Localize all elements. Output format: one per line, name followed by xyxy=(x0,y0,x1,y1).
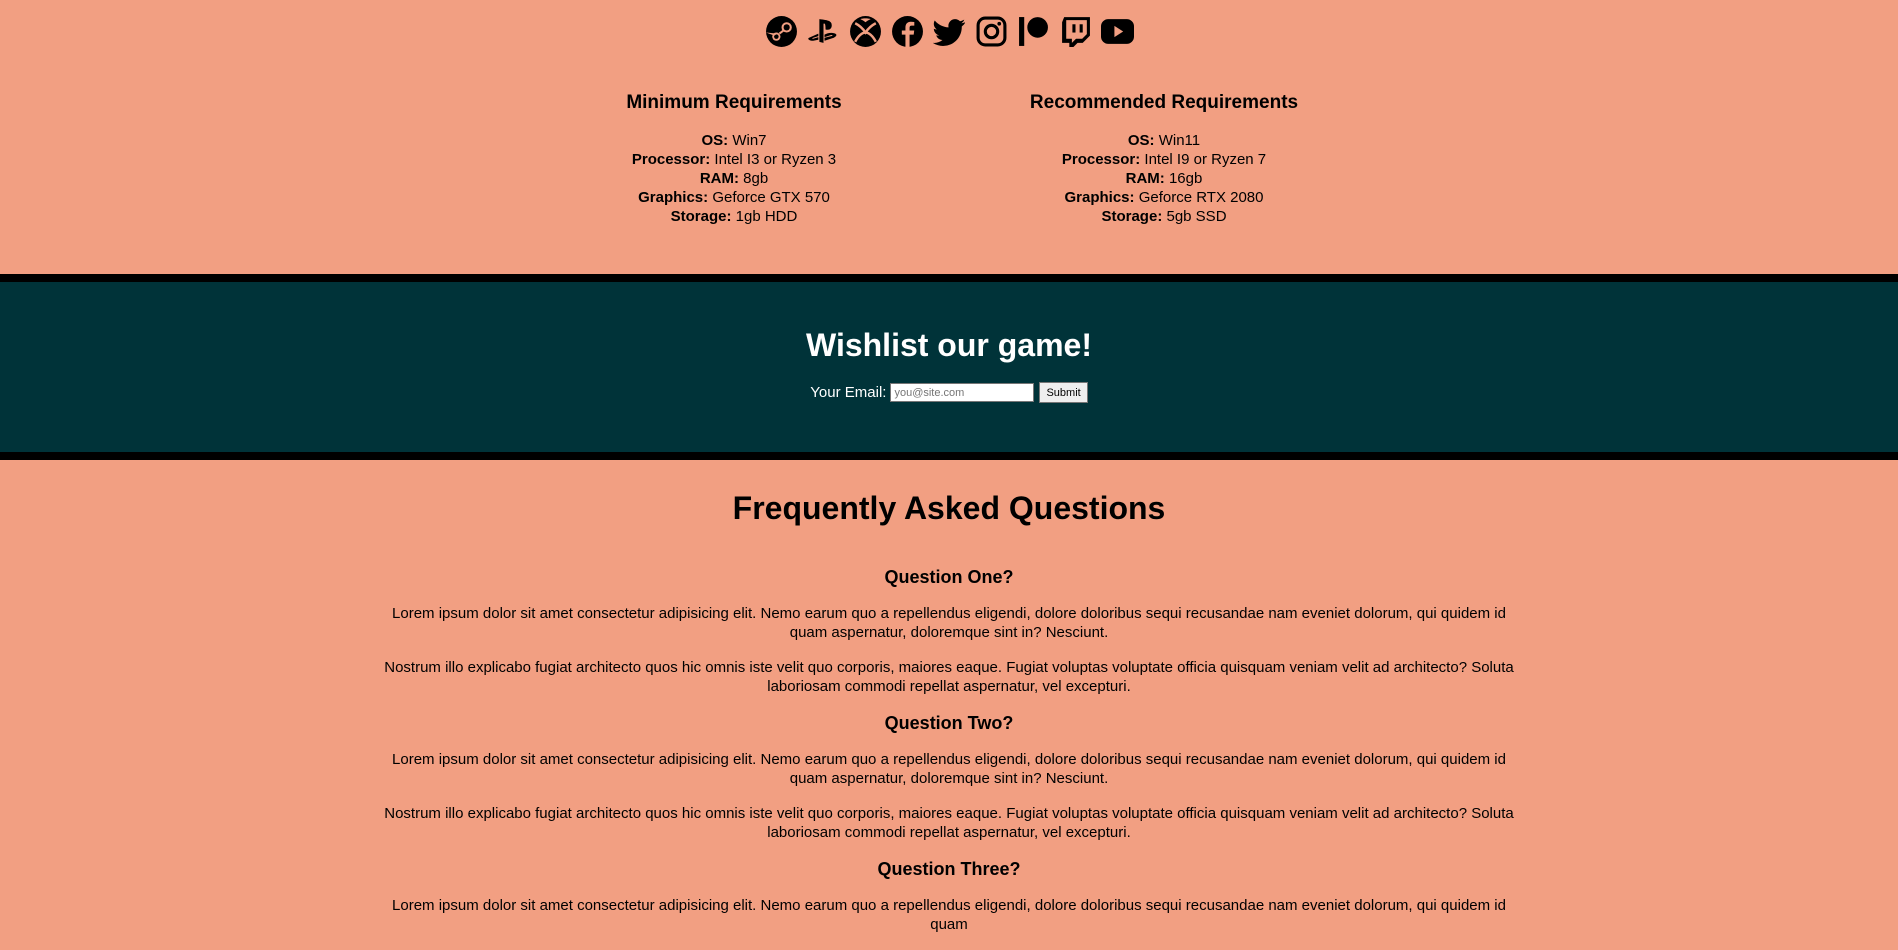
min-processor: Processor: Intel I3 or Ryzen 3 xyxy=(584,150,884,169)
recommended-requirements-title: Recommended Requirements xyxy=(1029,92,1299,113)
min-processor-label: Processor: xyxy=(631,151,711,168)
minimum-requirements: Minimum Requirements OS: Win7 Processor:… xyxy=(584,92,884,226)
min-ram: RAM: 8gb xyxy=(584,169,884,188)
min-ram-label: RAM: xyxy=(699,170,739,187)
rec-ram: RAM: 16gb xyxy=(1014,169,1314,188)
faq-title: Frequently Asked Questions xyxy=(732,490,1166,526)
rec-processor: Processor: Intel I9 or Ryzen 7 xyxy=(1014,150,1314,169)
faq-section: Frequently Asked Questions Question One?… xyxy=(0,488,1898,950)
steam-icon[interactable] xyxy=(765,15,798,48)
rec-processor-label: Processor: xyxy=(1061,151,1141,168)
min-ram-value: 8gb xyxy=(743,170,769,187)
wishlist-form: Your Email: Submit xyxy=(0,382,1898,403)
wishlist-title: Wishlist our game! xyxy=(806,327,1092,363)
recommended-requirements: Recommended Requirements OS: Win11 Proce… xyxy=(1014,92,1314,226)
playstation-icon[interactable] xyxy=(807,15,840,48)
email-label: Your Email: xyxy=(810,384,887,401)
facebook-icon[interactable] xyxy=(891,15,924,48)
rec-graphics: Graphics: Geforce RTX 2080 xyxy=(1014,188,1314,207)
system-requirements: Minimum Requirements OS: Win7 Processor:… xyxy=(0,92,1898,226)
youtube-icon[interactable] xyxy=(1100,15,1134,48)
faq-item: Question Two? Lorem ipsum dolor sit amet… xyxy=(0,712,1898,842)
rec-graphics-value: Geforce RTX 2080 xyxy=(1138,189,1264,206)
min-graphics-value: Geforce GTX 570 xyxy=(712,189,830,206)
min-storage-label: Storage: xyxy=(670,208,732,225)
min-os-label: OS: xyxy=(701,132,729,149)
faq-question: Question One? xyxy=(884,567,1014,587)
rec-ram-value: 16gb xyxy=(1168,170,1203,187)
patreon-icon[interactable] xyxy=(1017,15,1050,48)
rec-graphics-label: Graphics: xyxy=(1064,189,1135,206)
instagram-icon[interactable] xyxy=(975,15,1008,48)
faq-question: Question Two? xyxy=(884,713,1014,733)
minimum-requirements-title: Minimum Requirements xyxy=(626,92,842,113)
min-graphics-label: Graphics: xyxy=(638,189,709,206)
rec-processor-value: Intel I9 or Ryzen 7 xyxy=(1144,151,1267,168)
min-os: OS: Win7 xyxy=(584,131,884,150)
rec-os-label: OS: xyxy=(1127,132,1155,149)
min-os-value: Win7 xyxy=(732,132,767,149)
wishlist-section: Wishlist our game! Your Email: Submit xyxy=(0,274,1898,460)
rec-storage: Storage: 5gb SSD xyxy=(1014,207,1314,226)
faq-answer-paragraph: Nostrum illo explicabo fugiat architecto… xyxy=(384,659,1514,695)
faq-answer-paragraph: Nostrum illo explicabo fugiat architecto… xyxy=(384,805,1514,841)
faq-answer-paragraph: Lorem ipsum dolor sit amet consectetur a… xyxy=(392,897,1506,933)
twitch-icon[interactable] xyxy=(1059,15,1092,48)
min-storage: Storage: 1gb HDD xyxy=(584,207,884,226)
rec-ram-label: RAM: xyxy=(1125,170,1165,187)
faq-answer-paragraph: Lorem ipsum dolor sit amet consectetur a… xyxy=(392,751,1506,787)
min-storage-value: 1gb HDD xyxy=(735,208,798,225)
twitter-icon[interactable] xyxy=(932,15,966,48)
faq-item: Question Three? Lorem ipsum dolor sit am… xyxy=(0,858,1898,934)
rec-os: OS: Win11 xyxy=(1014,131,1314,150)
rec-storage-value: 5gb SSD xyxy=(1166,208,1227,225)
min-graphics: Graphics: Geforce GTX 570 xyxy=(584,188,884,207)
faq-question: Question Three? xyxy=(877,859,1021,879)
faq-answer-paragraph: Lorem ipsum dolor sit amet consectetur a… xyxy=(392,605,1506,641)
min-processor-value: Intel I3 or Ryzen 3 xyxy=(714,151,837,168)
email-field[interactable] xyxy=(890,383,1035,402)
faq-item: Question One? Lorem ipsum dolor sit amet… xyxy=(0,566,1898,696)
xbox-icon[interactable] xyxy=(849,15,882,48)
rec-os-value: Win11 xyxy=(1158,132,1201,149)
social-links xyxy=(0,15,1898,48)
rec-storage-label: Storage: xyxy=(1101,208,1163,225)
submit-button[interactable]: Submit xyxy=(1039,382,1088,403)
